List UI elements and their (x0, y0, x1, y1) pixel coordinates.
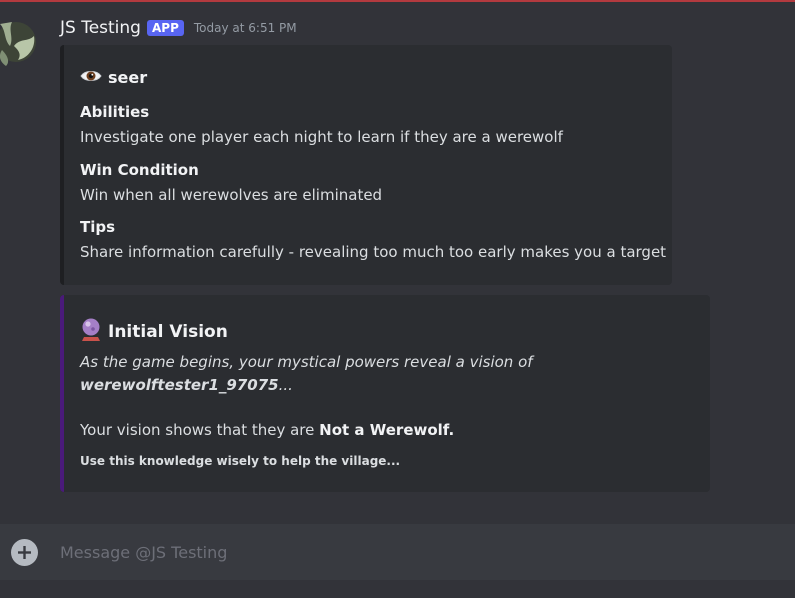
field-name-win-condition: Win Condition (80, 161, 199, 179)
eye-icon (80, 68, 102, 87)
embed-accent-bar (60, 45, 64, 285)
author-name[interactable]: JS Testing (60, 18, 141, 38)
embed-title-text: Initial Vision (108, 321, 228, 342)
field-value-tips: Share information carefully - revealing … (80, 243, 667, 261)
message-header: JS Testing APP Today at 6:51 PM (60, 16, 297, 40)
role-embed: seer Abilities Investigate one player ea… (60, 45, 672, 285)
embed-title: seer (80, 68, 147, 87)
app-badge: APP (146, 20, 184, 36)
field-value-win-condition: Win when all werewolves are eliminated (80, 186, 383, 204)
plus-icon (18, 546, 31, 559)
vision-intro-text: As the game begins, your mystical powers… (80, 353, 533, 371)
embed-title-text: seer (108, 68, 148, 87)
vision-result: Your vision shows that they are Not a We… (80, 419, 454, 442)
embed-footer: Use this knowledge wisely to help the vi… (80, 454, 401, 468)
field-name-tips: Tips (80, 218, 116, 236)
message-input[interactable] (60, 538, 760, 566)
vision-embed: Initial Vision As the game begins, your … (60, 295, 710, 492)
message-timestamp[interactable]: Today at 6:51 PM (194, 21, 297, 35)
field-name-abilities: Abilities (80, 103, 150, 121)
vision-target-name: werewolftester1_97075 (80, 376, 279, 394)
vision-ellipsis: ... (278, 376, 293, 394)
crystal-ball-icon (80, 317, 102, 346)
message-composer (0, 524, 795, 580)
vision-result-value: Not a Werewolf. (319, 421, 455, 439)
embed-accent-bar (60, 295, 64, 492)
embed-title: Initial Vision (80, 317, 228, 346)
add-attachment-button[interactable] (11, 539, 38, 566)
avatar[interactable] (0, 16, 40, 68)
vision-result-prefix: Your vision shows that they are (80, 421, 320, 439)
top-divider (0, 0, 795, 2)
field-value-abilities: Investigate one player each night to lea… (80, 128, 563, 146)
vision-description: As the game begins, your mystical powers… (80, 351, 533, 397)
